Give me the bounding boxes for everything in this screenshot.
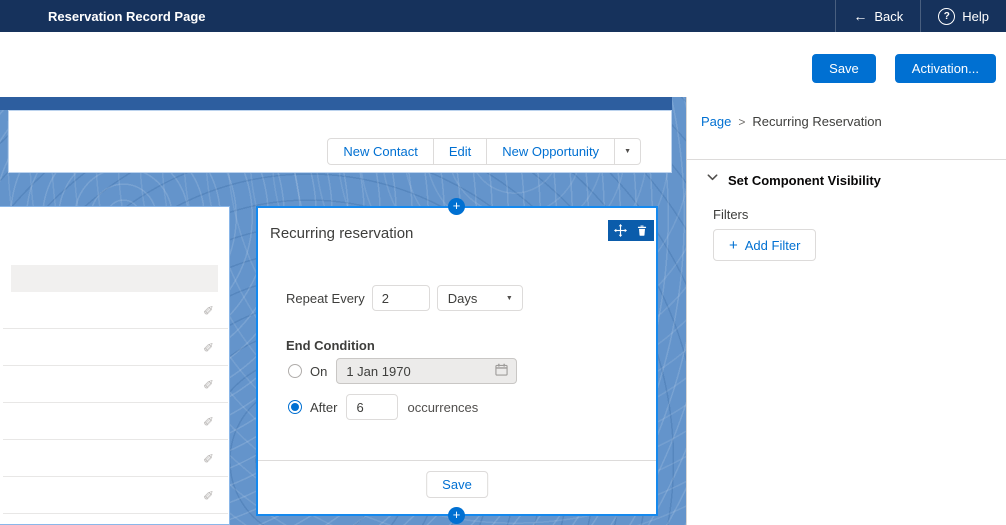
component-toolbar xyxy=(608,220,654,241)
move-icon[interactable] xyxy=(614,224,627,237)
new-opportunity-button[interactable]: New Opportunity xyxy=(486,138,615,165)
help-icon: ? xyxy=(938,8,955,25)
filters-label: Filters xyxy=(713,207,748,222)
back-label: Back xyxy=(874,9,903,24)
detail-field-row: ✎ xyxy=(3,292,228,329)
end-after-row: After occurrences xyxy=(288,394,478,420)
detail-field-row: ✎ xyxy=(3,440,228,477)
repeat-every-row: Repeat Every Days ▼ xyxy=(286,285,523,311)
detail-field-row: ✎ xyxy=(3,477,228,514)
repeat-every-input[interactable] xyxy=(372,285,430,311)
select-arrow-icon: ▼ xyxy=(506,295,513,302)
recurring-reservation-component[interactable]: + + xyxy=(256,206,658,516)
breadcrumb: Page > Recurring Reservation xyxy=(701,114,882,129)
save-button[interactable]: Save xyxy=(812,54,876,83)
on-label: On xyxy=(310,364,327,379)
edit-button[interactable]: Edit xyxy=(433,138,487,165)
plus-icon: + xyxy=(729,238,738,253)
card-footer-divider xyxy=(258,460,656,461)
builder-canvas[interactable]: New Contact Edit New Opportunity ▼ ✎ ✎ ✎… xyxy=(0,97,686,525)
occurrences-input[interactable] xyxy=(346,394,398,420)
visibility-title: Set Component Visibility xyxy=(728,173,881,188)
calendar-icon xyxy=(495,363,508,379)
trash-icon[interactable] xyxy=(636,224,648,237)
after-label: After xyxy=(310,400,337,415)
detail-section-header xyxy=(11,265,218,292)
component-title: Recurring reservation xyxy=(270,225,413,242)
chevron-down-icon xyxy=(706,171,719,189)
builder-toolbar: Save Activation... xyxy=(0,32,1006,97)
on-date-input[interactable]: 1 Jan 1970 xyxy=(336,358,517,384)
repeat-unit-value: Days xyxy=(448,291,478,306)
page-title: Reservation Record Page xyxy=(48,9,206,24)
properties-panel: Page > Recurring Reservation Set Compone… xyxy=(686,97,1006,525)
breadcrumb-separator: > xyxy=(738,115,745,129)
visibility-section-header[interactable]: Set Component Visibility xyxy=(706,171,881,189)
edit-pencil-icon[interactable]: ✎ xyxy=(202,490,218,501)
after-radio[interactable] xyxy=(288,400,302,414)
detail-field-row: ✎ xyxy=(3,366,228,403)
new-contact-button[interactable]: New Contact xyxy=(327,138,433,165)
help-label: Help xyxy=(962,9,989,24)
edit-pencil-icon[interactable]: ✎ xyxy=(202,379,218,390)
on-date-value: 1 Jan 1970 xyxy=(346,364,410,379)
detail-field-row: ✎ xyxy=(3,403,228,440)
preview-global-header xyxy=(0,97,672,110)
add-component-above-button[interactable]: + xyxy=(448,198,465,215)
help-button[interactable]: ? Help xyxy=(920,0,1006,32)
sidebar-divider xyxy=(687,159,1006,160)
more-actions-button[interactable]: ▼ xyxy=(614,138,641,165)
breadcrumb-page-link[interactable]: Page xyxy=(701,114,731,129)
edit-pencil-icon[interactable]: ✎ xyxy=(202,342,218,353)
edit-pencil-icon[interactable]: ✎ xyxy=(202,453,218,464)
activation-button[interactable]: Activation... xyxy=(895,54,996,83)
repeat-every-label: Repeat Every xyxy=(286,291,365,306)
add-filter-label: Add Filter xyxy=(745,238,801,253)
workspace: New Contact Edit New Opportunity ▼ ✎ ✎ ✎… xyxy=(0,97,1006,525)
detail-field-list: ✎ ✎ ✎ ✎ ✎ ✎ xyxy=(3,292,228,524)
record-actions-group: New Contact Edit New Opportunity ▼ xyxy=(327,138,641,165)
header-actions: ← Back ? Help xyxy=(835,0,1006,32)
edit-pencil-icon[interactable]: ✎ xyxy=(202,416,218,427)
on-radio[interactable] xyxy=(288,364,302,378)
record-header-component[interactable]: New Contact Edit New Opportunity ▼ xyxy=(8,110,672,173)
app-root: Reservation Record Page ← Back ? Help Sa… xyxy=(0,0,1006,525)
edit-pencil-icon[interactable]: ✎ xyxy=(202,305,218,316)
end-on-row: On 1 Jan 1970 xyxy=(288,358,517,384)
app-header: Reservation Record Page ← Back ? Help xyxy=(0,0,1006,32)
record-detail-component[interactable]: ✎ ✎ ✎ ✎ ✎ ✎ xyxy=(0,206,230,525)
occurrences-label: occurrences xyxy=(407,400,478,415)
component-save-button[interactable]: Save xyxy=(426,471,488,498)
add-component-below-button[interactable]: + xyxy=(448,507,465,524)
repeat-unit-select[interactable]: Days ▼ xyxy=(437,285,523,311)
chevron-down-icon: ▼ xyxy=(624,148,631,155)
add-filter-button[interactable]: + Add Filter xyxy=(713,229,816,261)
end-condition-label: End Condition xyxy=(286,338,375,353)
back-arrow-icon: ← xyxy=(853,9,867,23)
detail-field-row: ✎ xyxy=(3,329,228,366)
back-button[interactable]: ← Back xyxy=(835,0,920,32)
breadcrumb-current: Recurring Reservation xyxy=(752,114,881,129)
